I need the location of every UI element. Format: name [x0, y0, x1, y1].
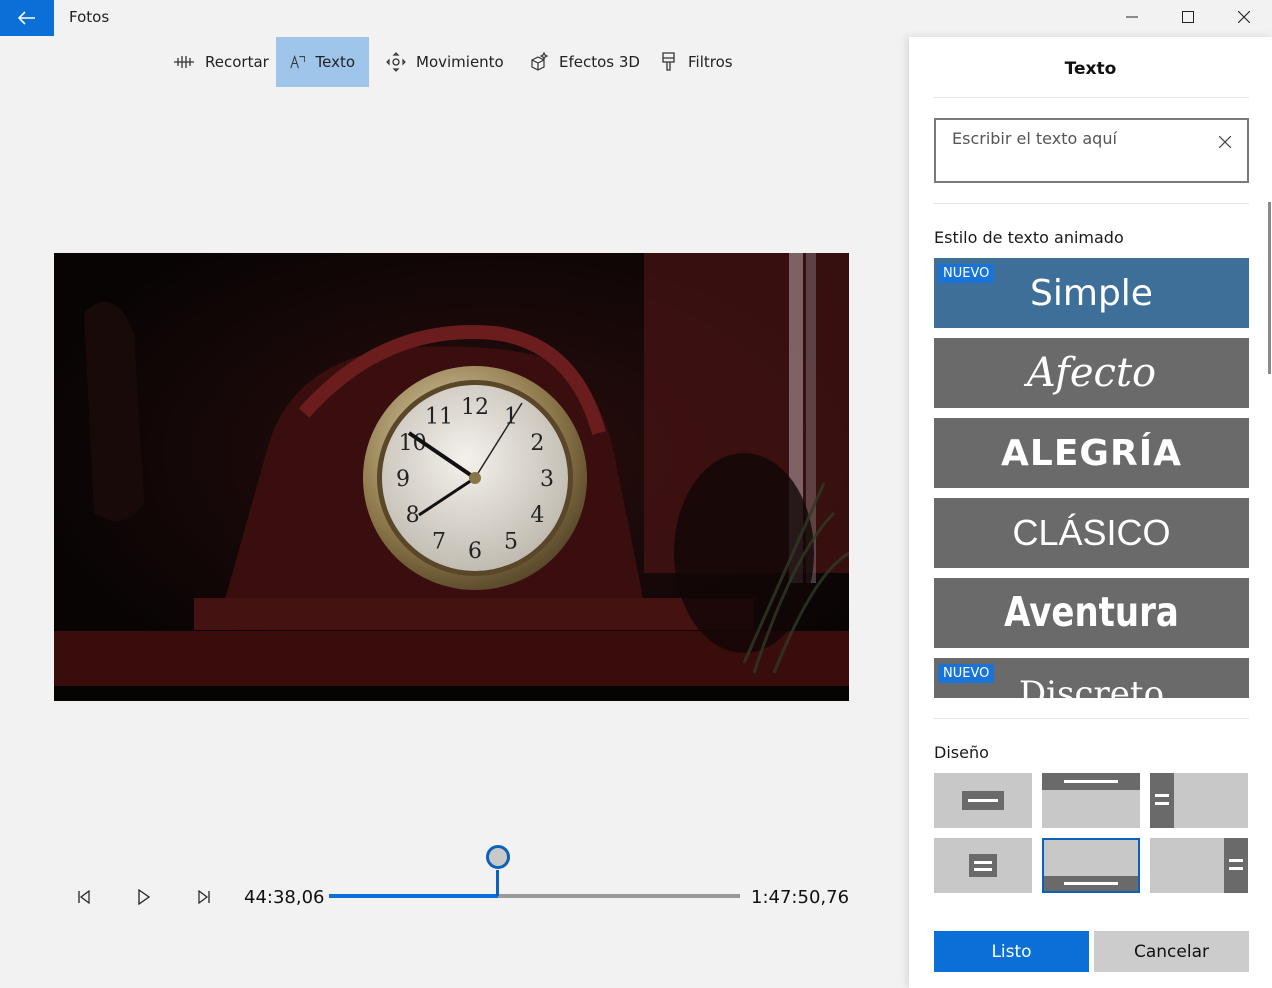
clock-numeral: 3: [540, 467, 554, 492]
tool-filters[interactable]: Filtros: [646, 37, 747, 87]
style-aventura[interactable]: Aventura: [934, 578, 1249, 648]
close-button[interactable]: [1216, 0, 1272, 34]
maximize-button[interactable]: [1160, 0, 1216, 34]
scrubber-stem: [496, 870, 499, 896]
back-button[interactable]: [0, 0, 54, 36]
style-afecto[interactable]: Afecto: [934, 338, 1249, 408]
layout-center-small[interactable]: [934, 838, 1032, 893]
divider: [934, 97, 1249, 98]
style-simple[interactable]: NUEVO Simple: [934, 258, 1249, 328]
step-back-icon: [78, 890, 90, 904]
new-badge: NUEVO: [938, 664, 995, 683]
panel-scrollbar[interactable]: [1268, 202, 1271, 374]
motion-icon: [386, 52, 406, 72]
minimize-icon: [1126, 16, 1138, 18]
divider: [934, 203, 1249, 204]
clock-numeral: 8: [406, 503, 420, 528]
text-panel: Texto Estilo de texto animado NUEVO Simp…: [909, 37, 1272, 988]
text-input[interactable]: [950, 128, 1204, 149]
tool-3d-effects[interactable]: Efectos 3D: [515, 37, 654, 87]
text-input-box[interactable]: [934, 118, 1249, 183]
maximize-icon: [1182, 11, 1194, 23]
video-preview[interactable]: 12 1 2 3 4 5 6 7 8 9 10 11: [54, 253, 849, 701]
clear-text-button[interactable]: [1213, 130, 1237, 154]
style-label: Discreto: [1018, 674, 1165, 698]
close-icon: [1238, 11, 1250, 23]
style-label: Aventura: [1004, 589, 1179, 637]
tool-filters-label: Filtros: [688, 53, 733, 71]
clock-numeral: 4: [530, 503, 544, 528]
new-badge: NUEVO: [938, 264, 995, 283]
layout-left[interactable]: [1150, 773, 1248, 828]
tool-motion[interactable]: Movimiento: [372, 37, 518, 87]
app-title: Fotos: [69, 8, 110, 26]
layout-label: Diseño: [934, 743, 989, 762]
trim-icon: [174, 56, 194, 68]
done-button[interactable]: Listo: [934, 931, 1089, 972]
tool-trim-label: Recortar: [205, 53, 269, 71]
clock-numeral: 1: [504, 405, 518, 430]
step-forward-icon: [198, 890, 210, 904]
total-time: 1:47:50,76: [751, 887, 850, 908]
close-icon: [1219, 136, 1231, 148]
cancel-button[interactable]: Cancelar: [1094, 931, 1249, 972]
style-clasico[interactable]: CLÁSICO: [934, 498, 1249, 568]
previous-frame-button[interactable]: [69, 884, 99, 910]
play-icon: [138, 889, 151, 905]
panel-title: Texto: [1064, 59, 1117, 79]
divider: [934, 718, 1249, 719]
animated-style-label: Estilo de texto animado: [934, 228, 1124, 247]
clock-numeral: 6: [468, 539, 482, 564]
tool-text-label: Texto: [315, 53, 355, 71]
layout-center-small-icon: [969, 854, 997, 877]
filters-icon: [662, 52, 675, 71]
tool-trim[interactable]: Recortar: [159, 37, 283, 87]
style-label: Afecto: [1026, 350, 1157, 396]
clock-numeral: 2: [530, 431, 544, 456]
layout-bottom[interactable]: [1042, 838, 1140, 893]
layout-right-icon: [1224, 838, 1248, 893]
clock-numeral: 7: [432, 529, 446, 554]
style-label: ALEGRÍA: [1001, 432, 1182, 474]
style-discreto[interactable]: NUEVO Discreto: [934, 658, 1249, 698]
arrow-left-icon: [18, 11, 35, 25]
timeline-progress: [329, 894, 498, 898]
layout-bottom-icon: [1044, 876, 1138, 891]
layout-center-icon: [962, 791, 1004, 810]
scrubber-handle[interactable]: [485, 845, 510, 869]
play-button[interactable]: [129, 884, 159, 910]
text-icon: [290, 54, 306, 69]
layout-top-icon: [1042, 773, 1140, 790]
layout-right[interactable]: [1150, 838, 1248, 893]
clock-scene: 12 1234567891011: [54, 253, 849, 701]
tool-text[interactable]: Texto: [276, 37, 369, 87]
tool-motion-label: Movimiento: [416, 53, 504, 71]
tool-3d-effects-label: Efectos 3D: [559, 53, 640, 71]
clock-numeral: 5: [504, 529, 518, 554]
clock-numeral: 11: [425, 405, 453, 430]
style-label: Simple: [1030, 272, 1153, 314]
layout-center[interactable]: [934, 773, 1032, 828]
next-frame-button[interactable]: [189, 884, 219, 910]
style-alegria[interactable]: ALEGRÍA: [934, 418, 1249, 488]
clock-numeral: 12: [461, 395, 489, 420]
layout-left-icon: [1150, 773, 1174, 828]
minimize-button[interactable]: [1104, 0, 1160, 34]
3d-effects-icon: [531, 52, 549, 71]
layout-top[interactable]: [1042, 773, 1140, 828]
clock-numeral: 9: [396, 467, 410, 492]
current-time: 44:38,06: [244, 887, 325, 908]
style-label: CLÁSICO: [1012, 512, 1171, 553]
